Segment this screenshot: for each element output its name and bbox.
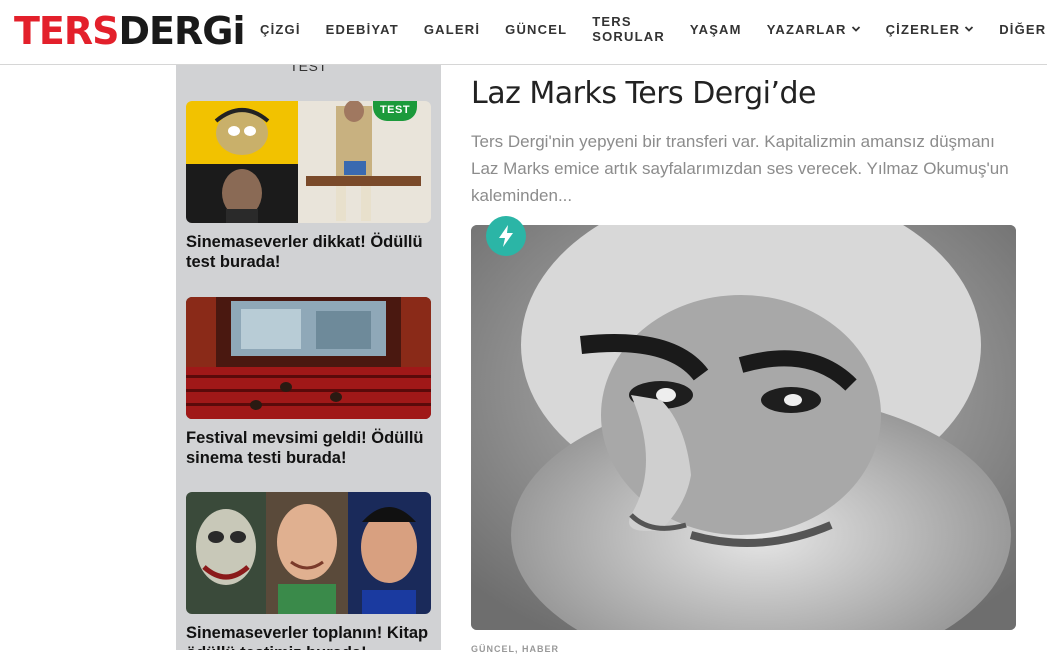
card-thumbnail[interactable]: [186, 492, 431, 614]
nav-label: ÇİZERLER: [885, 21, 961, 37]
site-logo[interactable]: TERS DERGi: [14, 6, 245, 56]
nav-item-galeri[interactable]: GALERİ: [424, 22, 480, 37]
site-header: TERS DERGi ÇİZGİ EDEBİYAT GALERİ GÜNCEL T…: [0, 0, 1047, 65]
nav-item-cizgi[interactable]: ÇİZGİ: [260, 22, 301, 37]
nav-item-guncel[interactable]: GÜNCEL: [505, 22, 567, 37]
card-title[interactable]: Sinemaseverler dikkat! Ödüllü test burad…: [186, 232, 431, 272]
nav-label: ÇİZGİ: [260, 21, 301, 37]
chevron-down-icon: [851, 26, 860, 32]
nav-item-yazarlar[interactable]: YAZARLAR: [767, 22, 861, 37]
nav-label: EDEBİYAT: [325, 21, 399, 37]
nav-label: GÜNCEL: [505, 21, 568, 37]
nav-label: YAŞAM: [689, 21, 742, 37]
article: Laz Marks Ters Dergi’de Ters Dergi'nin y…: [471, 64, 1016, 654]
sidebar: TEST TEST Sinemaseverler dikkat! Ödüllü …: [176, 64, 441, 650]
sidebar-card[interactable]: Festival mevsimi geldi! Ödüllü sinema te…: [186, 297, 431, 468]
card-thumbnail[interactable]: TEST: [186, 101, 431, 223]
nav-item-yasam[interactable]: YAŞAM: [690, 22, 742, 37]
card-title[interactable]: Sinemaseverler toplanın! Kitap ödüllü te…: [186, 623, 431, 650]
cinema-image: [186, 297, 431, 419]
portrait-image: [471, 225, 1016, 630]
nav-item-cizerler[interactable]: ÇİZERLER: [886, 22, 975, 37]
nav-item-diger[interactable]: DİĞER: [999, 22, 1047, 37]
sidebar-category-label: TEST: [289, 64, 328, 74]
test-badge: TEST: [373, 101, 417, 121]
article-excerpt: Ters Dergi'nin yepyeni bir transferi var…: [471, 132, 1009, 205]
sidebar-card[interactable]: Sinemaseverler toplanın! Kitap ödüllü te…: [186, 492, 431, 650]
chevron-down-icon: [965, 26, 974, 32]
nav-item-edebiyat[interactable]: EDEBİYAT: [326, 22, 399, 37]
lightning-bolt-icon: [486, 216, 526, 256]
nav-label: DİĞER: [999, 21, 1047, 37]
nav-label: YAZARLAR: [766, 21, 847, 37]
nav-label: TERS SORULAR: [592, 14, 665, 44]
nav-item-ters-sorular[interactable]: TERS SORULAR: [592, 14, 665, 44]
characters-collage-image: [186, 492, 431, 614]
article-categories[interactable]: GÜNCEL, HABER: [471, 644, 559, 654]
article-title[interactable]: Laz Marks Ters Dergi’de: [471, 76, 1016, 112]
main-nav: ÇİZGİ EDEBİYAT GALERİ GÜNCEL TERS SORULA…: [260, 0, 1047, 58]
article-hero-image[interactable]: [471, 225, 1016, 630]
logo-dergi: DERGi: [118, 9, 246, 53]
sidebar-card[interactable]: TEST Sinemaseverler dikkat! Ödüllü test …: [186, 101, 431, 272]
card-thumbnail[interactable]: [186, 297, 431, 419]
logo-ters: TERS: [14, 9, 120, 53]
nav-label: GALERİ: [423, 21, 481, 37]
card-title[interactable]: Festival mevsimi geldi! Ödüllü sinema te…: [186, 428, 431, 468]
